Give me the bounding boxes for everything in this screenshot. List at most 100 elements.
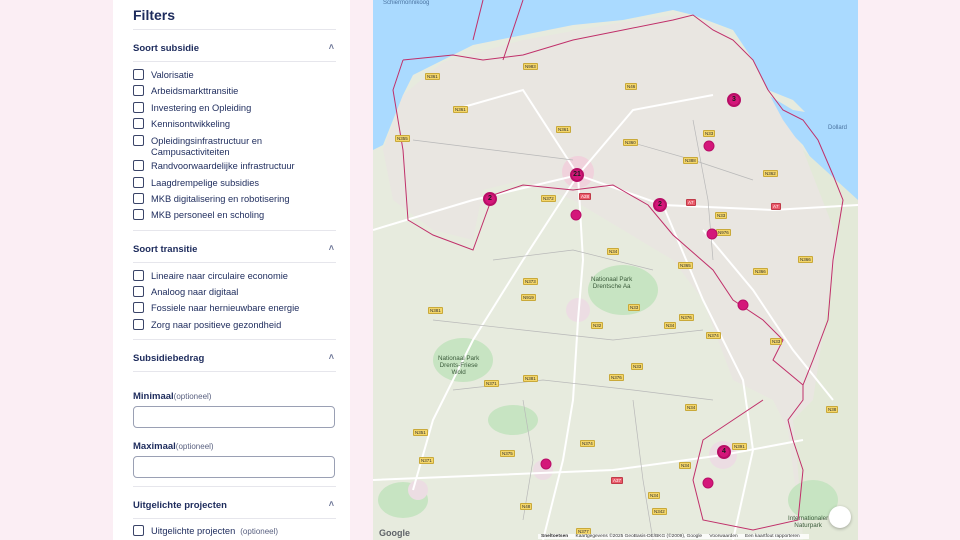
optional-hint: (optioneel) bbox=[173, 392, 212, 401]
checkbox[interactable] bbox=[133, 209, 144, 220]
road-shield: N34 bbox=[607, 248, 620, 255]
map-marker[interactable] bbox=[702, 477, 714, 489]
road-shield: N365 bbox=[678, 262, 693, 269]
chevron-up-icon: ˄ bbox=[328, 499, 334, 509]
section-subsidiebedrag-header[interactable]: Subsidiebedrag ˄ bbox=[133, 351, 334, 365]
map-marker[interactable] bbox=[737, 299, 749, 311]
road-shield: N374 bbox=[580, 440, 595, 447]
road-shield: N360 bbox=[623, 139, 638, 146]
road-shield: N342 bbox=[652, 508, 667, 515]
checkbox-valorisatie[interactable]: Valorisatie bbox=[133, 69, 340, 81]
road-shield: N919 bbox=[521, 294, 536, 301]
checkbox-arbeidsmarkttransitie[interactable]: Arbeidsmarkttransitie bbox=[133, 85, 340, 97]
google-logo: Google bbox=[379, 528, 410, 538]
section-soort-transitie-header[interactable]: Soort transitie ˄ bbox=[133, 242, 334, 256]
checkbox-randvoorwaardelijke-infrastructuur[interactable]: Randvoorwaardelijke infrastructuur bbox=[133, 160, 340, 172]
divider bbox=[133, 230, 336, 231]
checkbox-fossiel-hernieuwbaar[interactable]: Fossiele naar hernieuwbare energie bbox=[133, 302, 340, 314]
map-marker[interactable] bbox=[703, 140, 715, 152]
checkbox-label: Investering en Opleiding bbox=[151, 103, 252, 113]
road-shield: N33 bbox=[715, 212, 728, 219]
checkbox-label: Valorisatie bbox=[151, 70, 194, 80]
road-shield: N376 bbox=[679, 314, 694, 321]
label-text: Minimaal bbox=[133, 391, 174, 402]
section-soort-subsidie-header[interactable]: Soort subsidie ˄ bbox=[133, 41, 334, 55]
checkbox[interactable] bbox=[133, 319, 144, 330]
road-shield: N46 bbox=[625, 83, 638, 90]
checkbox[interactable] bbox=[133, 69, 144, 80]
checkbox[interactable] bbox=[133, 302, 144, 313]
road-shield: N371 bbox=[484, 380, 499, 387]
checkbox-label: Arbeidsmarkttransitie bbox=[151, 86, 239, 96]
forest bbox=[488, 405, 538, 435]
map-view[interactable]: Schiermonnikoog Dollard Nationaal Park D… bbox=[373, 0, 858, 540]
map-marker[interactable] bbox=[706, 228, 718, 240]
map-cluster-marker[interactable]: 21 bbox=[570, 168, 584, 182]
checkbox-label: Opleidingsinfrastructuur en Campusactivi… bbox=[151, 136, 263, 157]
checkbox-analoog-digitaal[interactable]: Analoog naar digitaal bbox=[133, 286, 340, 298]
road-shield: N376 bbox=[609, 374, 624, 381]
map-cluster-marker[interactable]: 2 bbox=[653, 198, 667, 212]
map-attribution: Sneltoetsen Kaartgegevens ©2025 GeoBasis… bbox=[538, 534, 809, 539]
checkbox[interactable] bbox=[133, 135, 144, 146]
road-shield: N33 bbox=[628, 304, 641, 311]
checkbox[interactable] bbox=[133, 270, 144, 281]
shortcuts-link[interactable]: Sneltoetsen bbox=[541, 534, 568, 539]
checkbox-uitgelichte-projecten[interactable]: Uitgelichte projecten (optioneel) bbox=[133, 525, 340, 537]
map-marker[interactable] bbox=[570, 209, 582, 221]
chevron-up-icon: ˄ bbox=[328, 42, 334, 52]
checkbox-mkb-personeel[interactable]: MKB personeel en scholing bbox=[133, 209, 340, 221]
checkbox-lineair-circulair[interactable]: Lineaire naar circulaire economie bbox=[133, 270, 340, 282]
map-marker[interactable] bbox=[540, 458, 552, 470]
checkbox-label: MKB personeel en scholing bbox=[151, 210, 265, 220]
checkbox-label: Lineaire naar circulaire economie bbox=[151, 271, 288, 281]
map-control-button[interactable] bbox=[829, 506, 851, 528]
terms-link[interactable]: Voorwaarden bbox=[709, 534, 737, 539]
checkbox-mkb-digitalisering[interactable]: MKB digitalisering en robotisering bbox=[133, 193, 340, 205]
min-amount-input[interactable] bbox=[133, 406, 335, 428]
checkbox-investering-opleiding[interactable]: Investering en Opleiding bbox=[133, 102, 340, 114]
section-uitgelichte-header[interactable]: Uitgelichte projecten ˄ bbox=[133, 498, 334, 512]
road-shield: N371 bbox=[419, 457, 434, 464]
checkbox-kennisontwikkeling[interactable]: Kennisontwikkeling bbox=[133, 118, 340, 130]
road-shield: N388 bbox=[683, 157, 698, 164]
report-link[interactable]: Een kaartfout rapporteren bbox=[745, 534, 800, 539]
road-shield: N33 bbox=[770, 338, 783, 345]
checkbox[interactable] bbox=[133, 118, 144, 129]
checkbox[interactable] bbox=[133, 525, 144, 536]
road-shield: N34 bbox=[679, 462, 692, 469]
checkbox[interactable] bbox=[133, 286, 144, 297]
road-shield: N33 bbox=[631, 363, 644, 370]
road-shield: N361 bbox=[453, 106, 468, 113]
checkbox-zorg-gezondheid[interactable]: Zorg naar positieve gezondheid bbox=[133, 319, 340, 331]
checkbox-label: Randvoorwaardelijke infrastructuur bbox=[151, 161, 295, 171]
road-shield: N372 bbox=[541, 195, 556, 202]
label-text: Maximaal bbox=[133, 441, 176, 452]
checkbox-label: Analoog naar digitaal bbox=[151, 287, 239, 297]
road-shield: N361 bbox=[556, 126, 571, 133]
divider bbox=[133, 262, 336, 263]
max-amount-label: Maximaal(optioneel) bbox=[133, 441, 214, 452]
checkbox-label: Fossiele naar hernieuwbare energie bbox=[151, 303, 300, 313]
max-amount-input[interactable] bbox=[133, 456, 335, 478]
checkbox[interactable] bbox=[133, 177, 144, 188]
map-cluster-marker[interactable]: 3 bbox=[727, 93, 741, 107]
checkbox-laagdrempelige-subsidies[interactable]: Laagdrempelige subsidies bbox=[133, 177, 340, 189]
checkbox[interactable] bbox=[133, 85, 144, 96]
checkbox[interactable] bbox=[133, 160, 144, 171]
filters-title: Filters bbox=[133, 7, 176, 23]
map-canvas bbox=[373, 0, 858, 540]
road-shield: N374 bbox=[706, 332, 721, 339]
road-shield: N355 bbox=[395, 135, 410, 142]
checkbox[interactable] bbox=[133, 102, 144, 113]
place-label: Dollard bbox=[828, 125, 848, 131]
road-shield: N38 bbox=[826, 406, 839, 413]
divider bbox=[133, 29, 336, 30]
map-cluster-marker[interactable]: 2 bbox=[483, 192, 497, 206]
road-shield: N366 bbox=[753, 268, 768, 275]
checkbox[interactable] bbox=[133, 193, 144, 204]
road-shield: A28 bbox=[579, 193, 592, 200]
map-cluster-marker[interactable]: 4 bbox=[717, 445, 731, 459]
road-shield: N976 bbox=[716, 229, 731, 236]
checkbox-opleidingsinfrastructuur[interactable]: Opleidingsinfrastructuur en Campusactivi… bbox=[133, 135, 308, 158]
